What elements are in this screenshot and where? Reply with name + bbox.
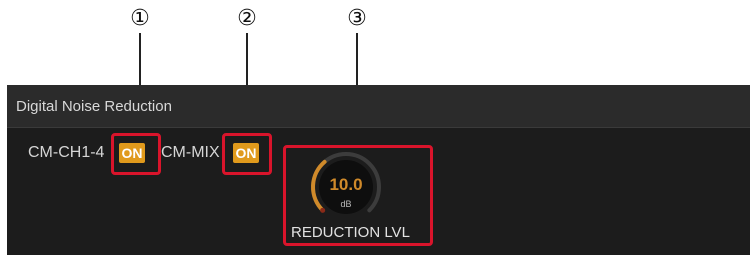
cm-ch1-4-label: CM-CH1-4 (28, 144, 105, 161)
callout-3: ③ (347, 6, 367, 31)
highlight-box-1 (111, 133, 161, 175)
panel-title: Digital Noise Reduction (16, 98, 172, 115)
highlight-box-3 (283, 145, 433, 246)
cm-mix-label: CM-MIX (161, 144, 220, 161)
highlight-box-2 (222, 133, 272, 175)
panel-header: Digital Noise Reduction (7, 85, 750, 128)
callout-2: ② (237, 6, 257, 31)
callout-1: ① (130, 6, 150, 31)
